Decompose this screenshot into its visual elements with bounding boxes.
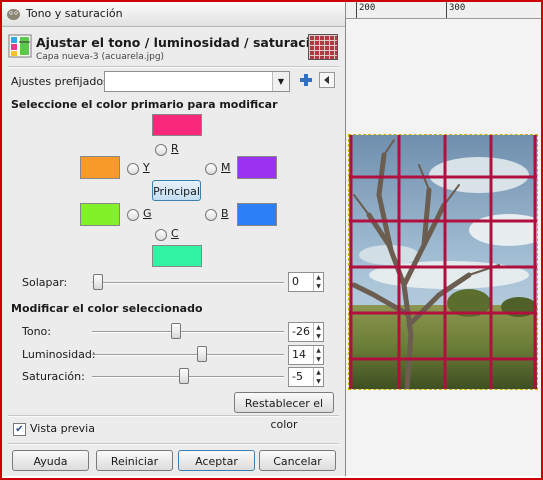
highlight-frame xyxy=(0,0,543,480)
